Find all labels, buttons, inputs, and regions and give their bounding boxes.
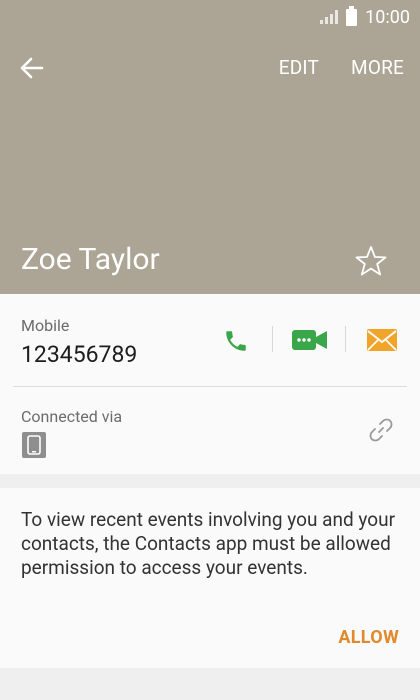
device-icon: [22, 432, 46, 458]
permission-card: To view recent events involving you and …: [0, 488, 420, 668]
contact-header: 10:00 EDIT MORE Zoe Taylor: [0, 0, 420, 294]
email-icon[interactable]: [367, 329, 397, 351]
edit-button[interactable]: EDIT: [279, 56, 319, 79]
battery-icon: [346, 5, 358, 26]
phone-icon[interactable]: [223, 328, 249, 354]
contact-details-card: Mobile 123456789 Connected via: [0, 294, 420, 474]
status-time: 10:00: [365, 6, 410, 28]
back-arrow-icon[interactable]: [18, 54, 46, 82]
signal-icon: [320, 10, 339, 24]
allow-button[interactable]: ALLOW: [338, 627, 399, 648]
section-divider: [13, 386, 407, 387]
favorite-star-icon[interactable]: [354, 244, 388, 278]
phone-type-label: Mobile: [21, 316, 70, 335]
link-icon[interactable]: [368, 417, 394, 443]
more-button[interactable]: MORE: [351, 56, 404, 79]
header-actions: EDIT MORE: [279, 56, 404, 79]
connected-via-label: Connected via: [21, 407, 123, 426]
permission-message: To view recent events involving you and …: [21, 508, 396, 579]
contact-name: Zoe Taylor: [21, 242, 160, 277]
status-bar: 10:00: [320, 4, 410, 30]
phone-number[interactable]: 123456789: [21, 341, 137, 368]
video-call-icon[interactable]: [292, 329, 328, 351]
action-separator: [345, 326, 346, 352]
action-separator: [272, 326, 273, 352]
